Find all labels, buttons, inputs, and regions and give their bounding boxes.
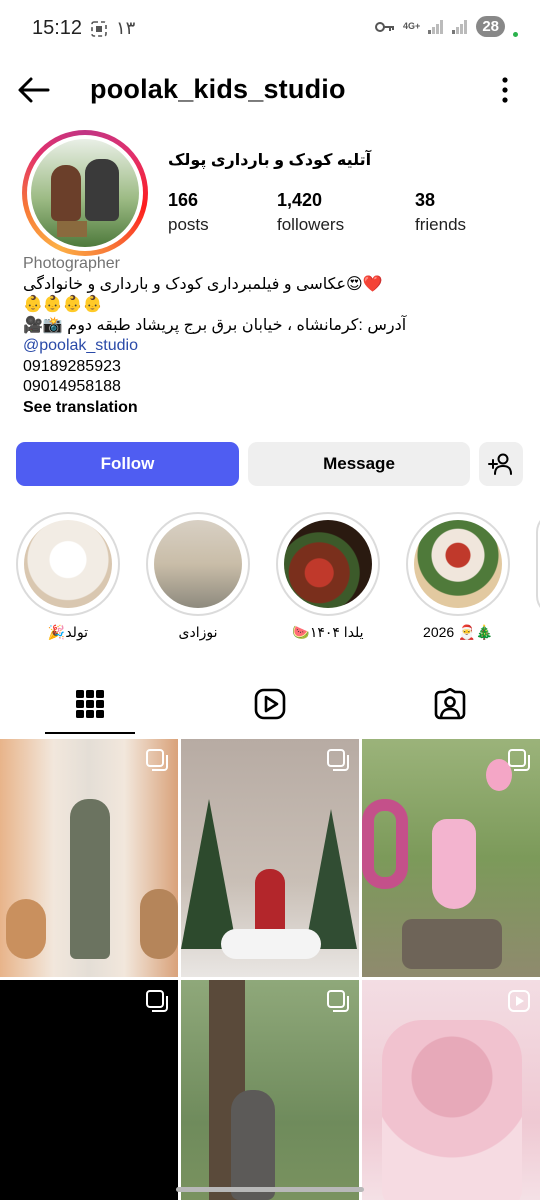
- highlight-partial[interactable]: [536, 512, 540, 616]
- bio-mention-link[interactable]: @poolak_studio: [23, 336, 523, 357]
- stat-followers-label: followers: [277, 215, 345, 234]
- avatar-frame: [27, 135, 143, 251]
- stat-friends-label: friends: [415, 215, 467, 234]
- tab-posts-grid[interactable]: [0, 672, 180, 736]
- key-icon: [375, 21, 395, 32]
- highlight-cover: [24, 520, 112, 608]
- stat-posts[interactable]: 166 posts: [168, 190, 209, 235]
- status-bar: 15:12 ۱۳ 4G+ 28: [0, 0, 540, 60]
- bio-line-2: 👶👶👶👶: [23, 296, 103, 313]
- tagged-icon: [434, 688, 466, 720]
- avatar: [31, 139, 139, 247]
- post-subject: [70, 799, 110, 959]
- highlight-label: نوزادی: [178, 624, 218, 640]
- post-tile[interactable]: [362, 739, 540, 977]
- highlight-2026[interactable]: 2026 🎅🎄: [406, 512, 510, 641]
- bio-line-1: ❤️😍عکاسی و فیلمبرداری کودک و بارداری و خ…: [23, 275, 383, 293]
- status-left-icons: ۱۳: [90, 18, 135, 39]
- carousel-icon: [146, 990, 168, 1012]
- stat-friends-value: 38: [415, 190, 436, 210]
- stat-friends[interactable]: 38 friends: [415, 190, 466, 235]
- carousel-icon: [327, 990, 349, 1012]
- post-tree-right: [305, 809, 357, 949]
- highlight-label: یلدا ۱۴۰۴🍉: [292, 624, 364, 640]
- profile-tabs: [0, 672, 540, 736]
- profile-username: poolak_kids_studio: [90, 74, 346, 104]
- bio-phone-1[interactable]: 09189285923: [23, 357, 523, 378]
- highlight-ring: [536, 512, 540, 616]
- reels-icon: [254, 688, 286, 720]
- carousel-icon: [327, 749, 349, 771]
- post-tile[interactable]: [181, 980, 359, 1200]
- carousel-icon: [508, 749, 530, 771]
- stat-posts-value: 166: [168, 190, 199, 210]
- signal-icon: [428, 19, 444, 34]
- add-user-icon: [488, 453, 512, 475]
- bio-phone-2[interactable]: 09014958188: [23, 377, 523, 398]
- highlight-ring: [146, 512, 250, 616]
- post-prop: [140, 889, 178, 959]
- signal-icon-2: [452, 19, 468, 34]
- highlight-ring: [276, 512, 380, 616]
- post-stump: [402, 919, 502, 969]
- tab-tagged[interactable]: [360, 672, 540, 736]
- post-tile[interactable]: [362, 980, 540, 1200]
- bio-line-3: آدرس :کرمانشاه ، خیابان برق برج پریشاد ط…: [23, 316, 407, 334]
- highlight-ring: [16, 512, 120, 616]
- suggested-users-button[interactable]: [479, 442, 523, 486]
- post-tile[interactable]: [181, 739, 359, 977]
- see-translation-link[interactable]: See translation: [23, 398, 523, 419]
- post-tree-left: [181, 799, 237, 949]
- highlight-ring: [406, 512, 510, 616]
- avatar-stool: [57, 221, 87, 237]
- avatar-figure-right: [85, 159, 119, 221]
- battery-indicator: 28: [476, 16, 505, 37]
- post-dress: [382, 1020, 522, 1200]
- post-subject: [231, 1090, 275, 1200]
- carousel-icon: [146, 749, 168, 771]
- home-indicator[interactable]: [176, 1187, 364, 1192]
- stat-followers-value: 1,420: [277, 190, 323, 210]
- profile-category: Photographer: [23, 255, 120, 272]
- profile-full-name: آتلیه کودک و بارداری پولک: [168, 152, 372, 169]
- post-floor: [221, 929, 321, 959]
- privacy-dot: [513, 32, 518, 37]
- story-ring[interactable]: [22, 130, 148, 256]
- post-balloon: [362, 799, 408, 889]
- highlight-label: 2026 🎅🎄: [423, 624, 493, 640]
- profile-header: poolak_kids_studio: [0, 60, 540, 120]
- highlight-cover: [284, 520, 372, 608]
- post-subject: [432, 819, 476, 909]
- post-prop: [6, 899, 46, 959]
- status-time: 15:12: [32, 17, 83, 39]
- reel-icon: [508, 990, 530, 1012]
- post-tile[interactable]: [0, 980, 178, 1200]
- more-options-icon[interactable]: [500, 76, 510, 104]
- profile-bio: Photographer ❤️😍عکاسی و فیلمبرداری کودک …: [23, 254, 523, 418]
- tab-reels[interactable]: [180, 672, 360, 736]
- stat-posts-label: posts: [168, 215, 209, 234]
- highlight-newborn[interactable]: نوزادی: [146, 512, 250, 641]
- highlight-label: تولد🎉: [47, 624, 89, 640]
- follow-button[interactable]: Follow: [16, 442, 239, 486]
- screenshot-icon: [91, 20, 107, 37]
- highlight-cover: [414, 520, 502, 608]
- highlight-cover: [154, 520, 242, 608]
- highlight-birthday[interactable]: تولد🎉: [16, 512, 120, 641]
- back-arrow-icon[interactable]: [16, 74, 52, 106]
- message-button[interactable]: Message: [248, 442, 470, 486]
- stat-followers[interactable]: 1,420 followers: [277, 190, 344, 235]
- post-tile[interactable]: [0, 739, 178, 977]
- active-tab-indicator: [45, 732, 135, 734]
- highlight-yalda[interactable]: یلدا ۱۴۰۴🍉: [276, 512, 380, 641]
- network-type: 4G+: [403, 21, 421, 31]
- avatar-figure-left: [51, 165, 81, 221]
- grid-icon: [76, 690, 104, 718]
- notification-count: ۱۳: [116, 18, 136, 38]
- status-right: 4G+ 28: [375, 16, 518, 37]
